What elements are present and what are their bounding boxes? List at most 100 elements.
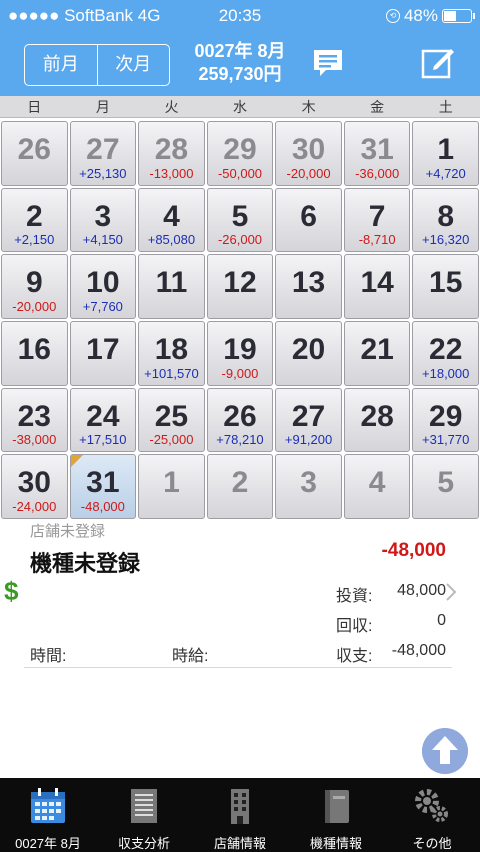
calendar-day[interactable]: 21 <box>343 321 411 386</box>
calendar-day[interactable]: 29 -50,000 <box>206 121 274 186</box>
calendar-day[interactable]: 17 <box>69 321 137 386</box>
next-month-button[interactable]: 次月 <box>98 45 170 85</box>
invest-label: 投資: <box>336 588 373 605</box>
calendar-day[interactable]: 25 -25,000 <box>138 387 205 453</box>
day-number: 1 <box>437 133 455 166</box>
invest-value: 48,000 <box>397 582 446 599</box>
day-amount: +78,210 <box>216 432 264 448</box>
day-amount: -25,000 <box>149 432 194 448</box>
recover-value: 0 <box>437 612 446 629</box>
day-amount: +25,130 <box>79 165 127 181</box>
balance-value: -48,000 <box>391 642 446 659</box>
calendar-day[interactable]: 31 -36,000 <box>343 121 411 186</box>
day-detail-panel: 店舗未登録 機種未登録 -48,000 $ 投資: 48,000 回収: 0 時… <box>0 520 480 778</box>
day-number: 20 <box>291 333 326 366</box>
day-amount: +7,760 <box>82 298 123 314</box>
calendar-day[interactable]: 2 +2,150 <box>1 187 68 253</box>
calendar-day[interactable]: 8 +16,320 <box>412 187 479 253</box>
day-number: 23 <box>17 399 51 433</box>
tab-bar: 0027年 8月 収支分析 店舗情報 機種情報 その他 <box>0 778 480 852</box>
calendar-day[interactable]: 7 -8,710 <box>343 187 411 253</box>
day-number: 30 <box>291 133 326 166</box>
calendar-day[interactable]: 23 -38,000 <box>1 387 68 453</box>
calendar-day[interactable]: 6 <box>275 187 342 253</box>
calendar-day[interactable]: 1 <box>138 454 205 519</box>
scroll-up-icon[interactable] <box>422 728 468 774</box>
weekday-label: 木 <box>301 99 316 115</box>
calendar-day[interactable]: 14 <box>343 254 411 319</box>
calendar-day[interactable]: 18 +101,570 <box>138 321 205 386</box>
tab-calendar[interactable]: 0027年 8月 <box>0 778 96 852</box>
calendar-day[interactable]: 4 <box>343 454 411 519</box>
calendar-day[interactable]: 11 <box>138 254 205 319</box>
calendar-day[interactable]: 28 <box>343 387 411 453</box>
day-number: 26 <box>17 133 51 166</box>
day-amount: -20,000 <box>286 165 331 181</box>
calendar-day[interactable]: 9 -20,000 <box>1 254 68 319</box>
calendar-day[interactable]: 3 +4,150 <box>69 187 137 253</box>
weekday-label: 水 <box>233 99 248 115</box>
calendar-day[interactable]: 5 <box>412 454 479 519</box>
building-icon <box>231 789 249 824</box>
tab-machine[interactable]: 機種情報 <box>288 778 384 852</box>
time-label: 時間: <box>30 648 67 665</box>
day-number: 14 <box>360 266 394 300</box>
chevron-right-icon[interactable] <box>444 582 458 602</box>
calendar-day[interactable]: 16 <box>1 321 68 386</box>
day-number: 31 <box>360 133 394 166</box>
day-amount: +91,200 <box>284 432 333 448</box>
day-number: 28 <box>360 399 394 433</box>
calendar-day[interactable]: 26 <box>1 121 68 186</box>
calendar-icon <box>31 788 65 823</box>
calendar-day[interactable]: 30 -20,000 <box>275 121 342 186</box>
calendar-day[interactable]: 26 +78,210 <box>206 387 274 453</box>
gears-icon <box>415 789 448 822</box>
day-amount: +101,570 <box>144 365 199 381</box>
day-amount: +2,150 <box>14 232 55 248</box>
calendar-day[interactable]: 1 +4,720 <box>412 121 479 186</box>
calendar-day[interactable]: 10 +7,760 <box>69 254 137 319</box>
calendar-day[interactable]: 22 +18,000 <box>412 321 479 386</box>
calendar-day[interactable]: 28 -13,000 <box>138 121 205 186</box>
calendar-day[interactable]: 29 +31,770 <box>412 387 479 453</box>
calendar-day[interactable]: 27 +25,130 <box>69 121 137 186</box>
calendar-day[interactable]: 30 -24,000 <box>1 454 68 519</box>
day-amount: +4,150 <box>82 232 123 248</box>
month-switcher: 前月 次月 <box>24 44 170 86</box>
day-number: 8 <box>437 199 455 233</box>
calendar-day[interactable]: 13 <box>275 254 342 319</box>
battery-area: ⟲ 48% <box>385 6 475 26</box>
tab-shop[interactable]: 店舗情報 <box>192 778 288 852</box>
calendar-day[interactable]: 19 -9,000 <box>206 321 274 386</box>
calendar-day[interactable]: 3 <box>275 454 342 519</box>
edit-icon[interactable] <box>420 44 456 80</box>
day-number: 13 <box>291 266 326 300</box>
battery-percent: 48% <box>403 6 438 25</box>
book-icon <box>325 790 349 823</box>
day-amount: -20,000 <box>12 298 57 314</box>
calendar-day[interactable]: 2 <box>206 454 274 519</box>
tab-other[interactable]: その他 <box>384 778 480 852</box>
day-number: 31 <box>86 466 120 500</box>
tab-analysis[interactable]: 収支分析 <box>96 778 192 852</box>
calendar-day[interactable]: 15 <box>412 254 479 319</box>
calendar-day[interactable]: 24 +17,510 <box>69 387 137 453</box>
calendar-day[interactable]: 20 <box>275 321 342 386</box>
day-amount: +18,000 <box>422 365 470 381</box>
balance-label: 収支: <box>336 648 373 665</box>
weekday-header: 日月火水木金土 <box>0 96 480 118</box>
day-number: 29 <box>223 133 257 166</box>
calendar-day[interactable]: 12 <box>206 254 274 319</box>
day-amount: +16,320 <box>422 232 470 248</box>
day-number: 30 <box>17 466 51 500</box>
day-number: 9 <box>25 266 43 300</box>
memo-icon[interactable] <box>312 48 344 78</box>
day-number: 2 <box>231 466 249 500</box>
day-amount: +4,720 <box>425 165 466 181</box>
day-number: 17 <box>86 333 120 366</box>
calendar-day[interactable]: 4 +85,080 <box>138 187 205 253</box>
prev-month-button[interactable]: 前月 <box>25 45 98 85</box>
calendar-day[interactable]: 5 -26,000 <box>206 187 274 253</box>
calendar-day[interactable]: 31 -48,000 <box>69 454 137 519</box>
calendar-day[interactable]: 27 +91,200 <box>275 387 342 453</box>
